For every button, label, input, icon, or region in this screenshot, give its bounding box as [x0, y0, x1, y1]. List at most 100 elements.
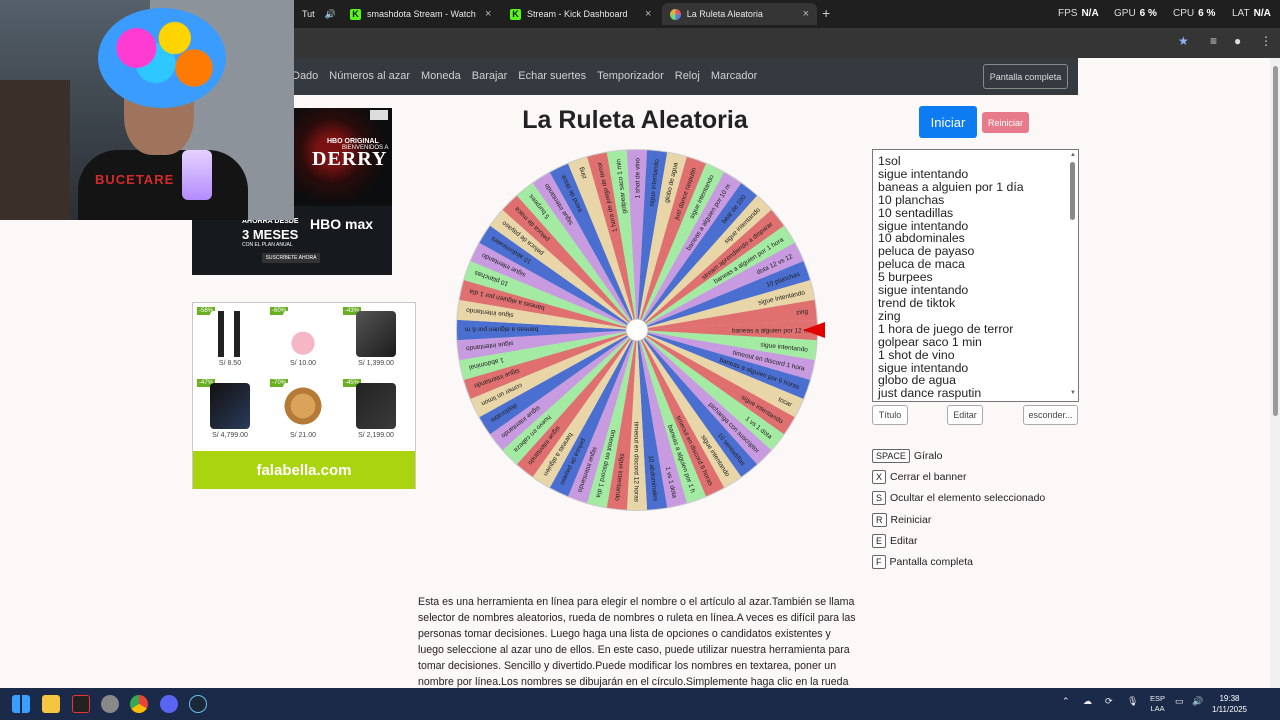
- entry-line: baneas a alguien por 1 día: [878, 179, 1024, 194]
- close-icon[interactable]: ×: [645, 8, 651, 20]
- reset-button[interactable]: Reiniciar: [982, 112, 1029, 133]
- product-image: [210, 383, 250, 429]
- wheel-segment-label: baneas a alguien por 6 m: [465, 326, 538, 333]
- gpu-readout: GPU 6 %: [1114, 8, 1157, 19]
- steam-icon[interactable]: [189, 695, 207, 713]
- discord-icon[interactable]: [160, 695, 178, 713]
- nav-link-numeros[interactable]: Números al azar: [329, 70, 410, 82]
- bookmark-star-icon[interactable]: ★: [1178, 34, 1189, 48]
- nav-link-reloj[interactable]: Reloj: [675, 70, 700, 82]
- product-image: [356, 383, 396, 429]
- menu-dots-icon[interactable]: ⋮: [1260, 34, 1272, 48]
- nav-link-dado[interactable]: Dado: [292, 70, 318, 82]
- falabella-logo[interactable]: falabella.com: [193, 451, 415, 489]
- textarea-scrollbar[interactable]: ▲ ▼: [1069, 152, 1077, 400]
- shortcut-f: F Pantalla completa: [872, 555, 973, 569]
- lang-code: ESP: [1150, 694, 1166, 703]
- ad-cta-button[interactable]: SUSCRÍBETE AHORA: [262, 253, 320, 263]
- tab-ruleta[interactable]: La Ruleta Aleatoria ×: [662, 3, 817, 25]
- start-button[interactable]: Iniciar: [919, 106, 977, 138]
- webcam-chair: [0, 80, 70, 220]
- tray-chevron-icon[interactable]: ⌃: [1062, 696, 1070, 707]
- key-cap: X: [872, 470, 887, 484]
- scrollbar-thumb[interactable]: [1273, 66, 1278, 416]
- network-icon[interactable]: ▭: [1175, 696, 1184, 707]
- textarea-scroll-thumb[interactable]: [1070, 162, 1075, 220]
- product-image: [356, 311, 396, 357]
- system-clock[interactable]: 19:38 1/11/2025: [1212, 693, 1247, 715]
- windows-taskbar: ⌃ ☁ ⟳ 🎙 ESP LAA ▭ 🔊 19:38 1/11/2025: [0, 688, 1280, 720]
- wheel-segment-label: zing: [796, 308, 809, 316]
- clock-time: 19:38: [1219, 694, 1240, 703]
- tab-label: Stream - Kick Dashboard: [527, 9, 628, 19]
- entries-list: 1sol sigue intentando baneas a alguien por…: [878, 155, 1024, 400]
- wheel-hub[interactable]: [625, 318, 649, 342]
- file-explorer-icon[interactable]: [42, 695, 60, 713]
- sync-icon[interactable]: ⟳: [1105, 696, 1113, 707]
- mic-icon[interactable]: 🎙: [1127, 696, 1138, 707]
- nav-links: Dado Números al azar Moneda Barajar Echa…: [292, 70, 757, 82]
- entry-line: 10 sentadillas: [878, 205, 954, 220]
- falabella-ad[interactable]: -58% S/ 8.50 -60% S/ 10.00 -43% S/ 1,399…: [192, 302, 416, 489]
- shortcut-space: SPACE Gíralo: [872, 449, 942, 463]
- product-price: S/ 2,199.00: [358, 432, 394, 439]
- page-title: La Ruleta Aleatoria: [522, 106, 748, 134]
- key-cap: F: [872, 555, 886, 569]
- media-control-icon[interactable]: ≡: [1210, 34, 1217, 48]
- edit-button[interactable]: Editar: [947, 405, 983, 425]
- entry-line: 1 shot de vino: [878, 347, 955, 362]
- ad-product[interactable]: -60% S/ 10.00: [268, 305, 338, 373]
- lang-layout: LAA: [1150, 704, 1165, 713]
- close-icon[interactable]: ×: [803, 8, 809, 20]
- page-scrollbar[interactable]: [1270, 58, 1280, 688]
- onedrive-icon[interactable]: ☁: [1083, 696, 1092, 707]
- ad-offer-line3: CON EL PLAN ANUAL: [242, 242, 293, 248]
- ad-show-title: DERRY: [312, 148, 388, 170]
- scroll-up-icon[interactable]: ▲: [1070, 152, 1076, 158]
- webcam-overlay: BUCETARE: [0, 0, 294, 220]
- product-price: S/ 8.50: [218, 360, 242, 367]
- kick-icon: K: [510, 8, 521, 20]
- product-price: S/ 21.00: [289, 432, 317, 439]
- tab-smashdota[interactable]: K smashdota Stream - Watch Live ×: [342, 3, 502, 25]
- ad-product[interactable]: -47% S/ 4,799.00: [195, 377, 265, 445]
- tab-kick-dashboard[interactable]: K Stream - Kick Dashboard ×: [502, 3, 662, 25]
- roulette-wheel[interactable]: baneas a alguien por 12 msigue intentand…: [450, 143, 825, 518]
- volume-icon[interactable]: 🔊: [1192, 696, 1203, 707]
- key-cap: R: [872, 513, 887, 527]
- profile-avatar-icon[interactable]: ●: [1234, 34, 1241, 48]
- nav-link-barajar[interactable]: Barajar: [472, 70, 507, 82]
- language-indicator[interactable]: ESP LAA: [1150, 694, 1165, 714]
- product-price: S/ 10.00: [289, 360, 317, 367]
- nav-link-marcador[interactable]: Marcador: [711, 70, 757, 82]
- entries-textarea[interactable]: 1sol sigue intentando baneas a alguien por…: [872, 149, 1079, 402]
- shortcut-label: Editar: [890, 535, 918, 547]
- shortcut-label: Gíralo: [913, 450, 943, 462]
- steelseries-icon[interactable]: [101, 695, 119, 713]
- fullscreen-button[interactable]: Pantalla completa: [983, 64, 1068, 89]
- title-button[interactable]: Título: [872, 405, 908, 425]
- product-price: S/ 1,399.00: [358, 360, 394, 367]
- entry-line: golpear saco 1 min: [878, 334, 982, 349]
- hide-button[interactable]: esconder...: [1023, 405, 1078, 425]
- nav-link-moneda[interactable]: Moneda: [421, 70, 461, 82]
- adchoices-icon[interactable]: [370, 110, 388, 120]
- lat-readout: LAT N/A: [1232, 8, 1271, 19]
- ad-product[interactable]: -45% S/ 2,199.00: [341, 377, 411, 445]
- chrome-icon[interactable]: [130, 695, 148, 713]
- speaker-icon[interactable]: 🔊: [325, 9, 336, 20]
- app-x-icon[interactable]: [72, 695, 90, 713]
- new-tab-button[interactable]: +: [822, 5, 830, 21]
- close-icon[interactable]: ×: [485, 8, 491, 20]
- ad-product[interactable]: -70% S/ 21.00: [268, 377, 338, 445]
- shortcut-e: E Editar: [872, 534, 917, 548]
- scroll-down-icon[interactable]: ▼: [1070, 390, 1076, 396]
- windows-start-icon[interactable]: [12, 695, 30, 713]
- shortcut-label: Reiniciar: [890, 514, 932, 526]
- nav-link-temporizador[interactable]: Temporizador: [597, 70, 664, 82]
- ad-product[interactable]: -58% S/ 8.50: [195, 305, 265, 373]
- key-cap: S: [872, 491, 887, 505]
- ad-product[interactable]: -43% S/ 1,399.00: [341, 305, 411, 373]
- nav-link-echar-suertes[interactable]: Echar suertes: [518, 70, 586, 82]
- shortcut-label: Pantalla completa: [889, 556, 973, 568]
